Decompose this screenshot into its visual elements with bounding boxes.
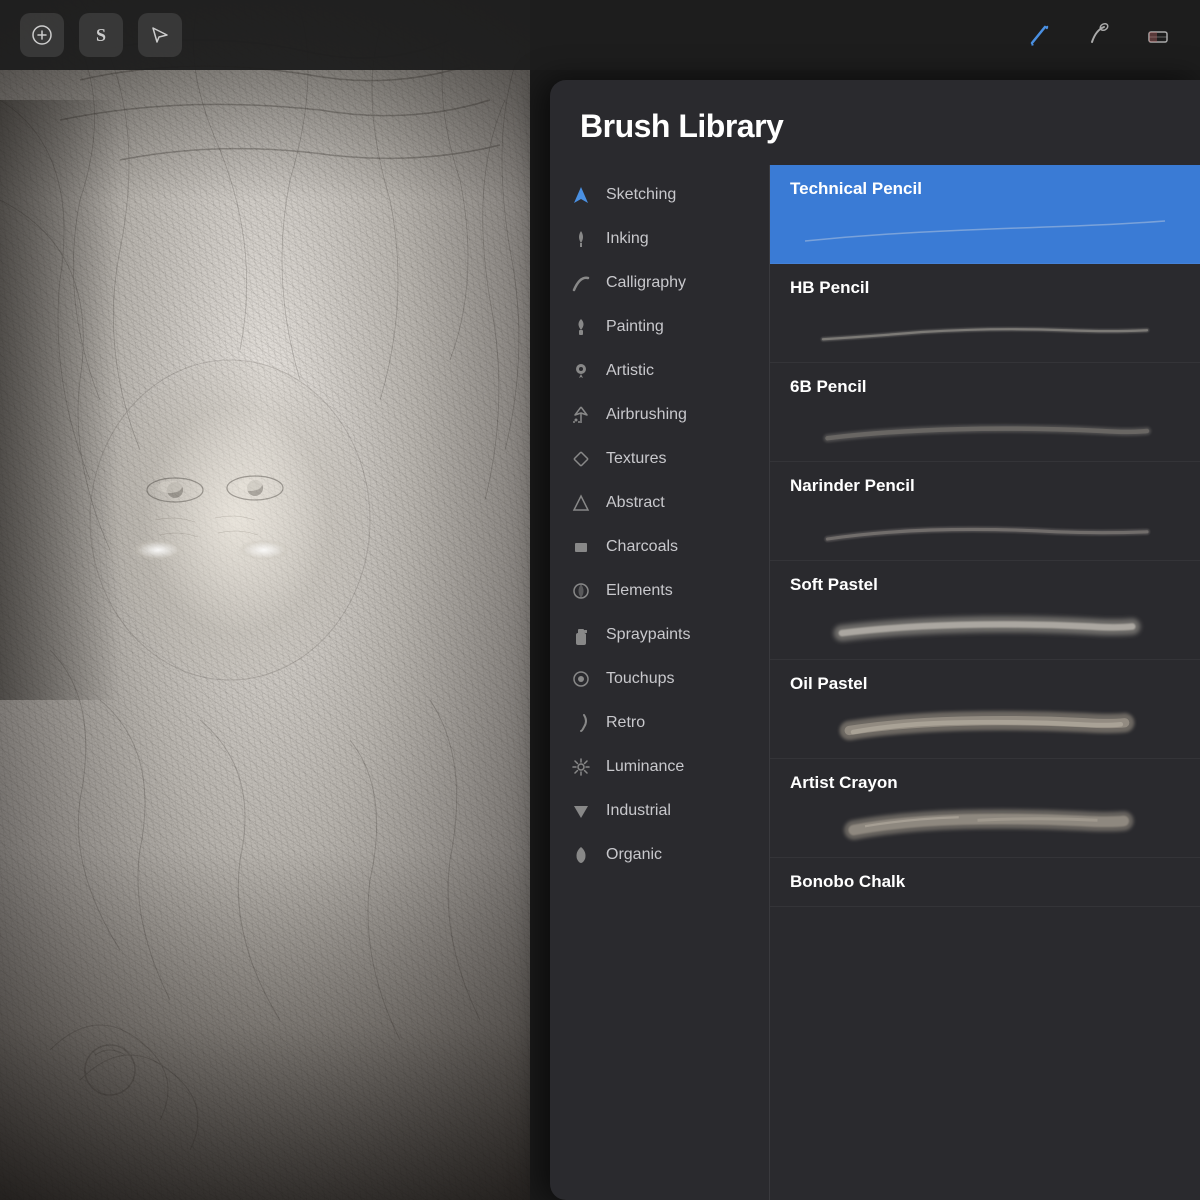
- calligraphy-icon: [570, 272, 592, 294]
- brush-preview-oil-pastel: [790, 698, 1180, 758]
- organic-label: Organic: [606, 846, 662, 864]
- touchups-icon: [570, 668, 592, 690]
- sidebar-item-sketching[interactable]: Sketching: [550, 173, 769, 217]
- sidebar-item-luminance[interactable]: Luminance: [550, 745, 769, 789]
- airbrushing-icon: [570, 404, 592, 426]
- brush-name-hb-pencil: HB Pencil: [790, 264, 1180, 302]
- luminance-label: Luminance: [606, 758, 684, 776]
- sidebar-item-inking[interactable]: Inking: [550, 217, 769, 261]
- painting-label: Painting: [606, 318, 664, 336]
- brush-item-artist-crayon[interactable]: Artist Crayon: [770, 759, 1200, 858]
- brush-name-bonobo-chalk: Bonobo Chalk: [790, 858, 1180, 906]
- sketching-label: Sketching: [606, 186, 676, 204]
- sidebar-item-touchups[interactable]: Touchups: [550, 657, 769, 701]
- eraser-tool-icon[interactable]: [1136, 13, 1180, 57]
- sidebar-item-artistic[interactable]: Artistic: [550, 349, 769, 393]
- brush-item-technical-pencil[interactable]: Technical Pencil: [770, 165, 1200, 264]
- brush-tool-icon[interactable]: [1018, 13, 1062, 57]
- artistic-label: Artistic: [606, 362, 654, 380]
- elements-icon: [570, 580, 592, 602]
- brush-item-soft-pastel[interactable]: Soft Pastel: [770, 561, 1200, 660]
- abstract-icon: [570, 492, 592, 514]
- spraypaints-label: Spraypaints: [606, 626, 691, 644]
- painting-icon: [570, 316, 592, 338]
- brush-item-hb-pencil[interactable]: HB Pencil: [770, 264, 1200, 363]
- brush-preview-6b-pencil: [790, 401, 1180, 461]
- sidebar-item-abstract[interactable]: Abstract: [550, 481, 769, 525]
- sidebar-item-spraypaints[interactable]: Spraypaints: [550, 613, 769, 657]
- brush-preview-hb-pencil: [790, 302, 1180, 362]
- abstract-label: Abstract: [606, 494, 665, 512]
- brush-name-oil-pastel: Oil Pastel: [790, 660, 1180, 698]
- panel-header: Brush Library: [550, 80, 1200, 165]
- sidebar-item-calligraphy[interactable]: Calligraphy: [550, 261, 769, 305]
- industrial-label: Industrial: [606, 802, 671, 820]
- sketching-icon: [570, 184, 592, 206]
- brush-item-narinder-pencil[interactable]: Narinder Pencil: [770, 462, 1200, 561]
- charcoals-icon: [570, 536, 592, 558]
- sidebar-item-airbrushing[interactable]: Airbrushing: [550, 393, 769, 437]
- brush-name-technical-pencil: Technical Pencil: [790, 165, 1180, 203]
- inking-label: Inking: [606, 230, 649, 248]
- brush-preview-narinder-pencil: [790, 500, 1180, 560]
- brush-name-artist-crayon: Artist Crayon: [790, 759, 1180, 797]
- calligraphy-label: Calligraphy: [606, 274, 686, 292]
- brush-name-narinder-pencil: Narinder Pencil: [790, 462, 1180, 500]
- elements-label: Elements: [606, 582, 673, 600]
- brush-name-6b-pencil: 6B Pencil: [790, 363, 1180, 401]
- brush-item-6b-pencil[interactable]: 6B Pencil: [770, 363, 1200, 462]
- brush-name-soft-pastel: Soft Pastel: [790, 561, 1180, 599]
- industrial-icon: [570, 800, 592, 822]
- textures-label: Textures: [606, 450, 666, 468]
- toolbar: S: [0, 0, 1200, 70]
- brush-preview-soft-pastel: [790, 599, 1180, 659]
- charcoals-label: Charcoals: [606, 538, 678, 556]
- adjustments-icon[interactable]: S: [79, 13, 123, 57]
- brush-list: Technical Pencil HB Pencil: [770, 165, 1200, 1200]
- brush-item-bonobo-chalk[interactable]: Bonobo Chalk: [770, 858, 1200, 907]
- organic-icon: [570, 844, 592, 866]
- smudge-tool-icon[interactable]: [1077, 13, 1121, 57]
- sidebar-item-organic[interactable]: Organic: [550, 833, 769, 877]
- sidebar-item-elements[interactable]: Elements: [550, 569, 769, 613]
- sidebar-item-painting[interactable]: Painting: [550, 305, 769, 349]
- sidebar-item-industrial[interactable]: Industrial: [550, 789, 769, 833]
- wrench-icon[interactable]: [20, 13, 64, 57]
- selection-icon[interactable]: [138, 13, 182, 57]
- sidebar-item-retro[interactable]: Retro: [550, 701, 769, 745]
- artistic-icon: [570, 360, 592, 382]
- spraypaints-icon: [570, 624, 592, 646]
- retro-icon: [570, 712, 592, 734]
- category-sidebar: Sketching Inking Calligraphy: [550, 165, 770, 1200]
- brush-library-panel: Brush Library Sketching I: [550, 80, 1200, 1200]
- brush-preview-technical-pencil: [790, 203, 1180, 263]
- airbrushing-label: Airbrushing: [606, 406, 687, 424]
- canvas-area[interactable]: [0, 0, 530, 1200]
- retro-label: Retro: [606, 714, 645, 732]
- sidebar-item-charcoals[interactable]: Charcoals: [550, 525, 769, 569]
- inking-icon: [570, 228, 592, 250]
- brush-preview-artist-crayon: [790, 797, 1180, 857]
- touchups-label: Touchups: [606, 670, 675, 688]
- brush-item-oil-pastel[interactable]: Oil Pastel: [770, 660, 1200, 759]
- textures-icon: [570, 448, 592, 470]
- luminance-icon: [570, 756, 592, 778]
- sidebar-item-textures[interactable]: Textures: [550, 437, 769, 481]
- panel-title: Brush Library: [580, 108, 1170, 145]
